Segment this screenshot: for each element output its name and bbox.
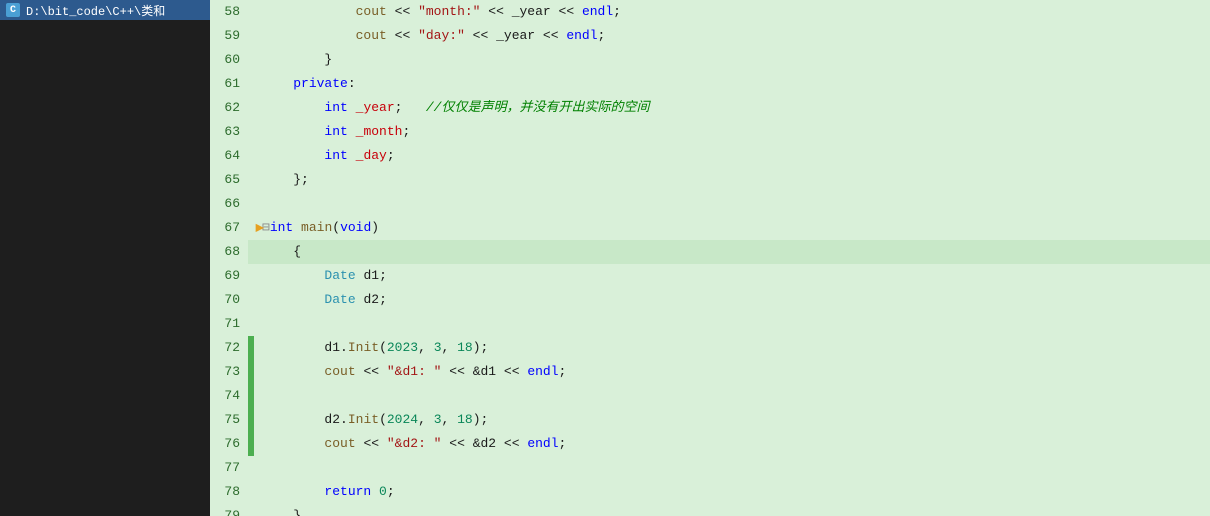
code-text: d2.Init(2024, 3, 18); [254, 408, 488, 432]
code-text: } [254, 48, 332, 72]
titlebar: C D:\bit_code\C++\类和 [0, 0, 210, 20]
code-text: { [254, 240, 301, 264]
line-indicator [248, 408, 254, 432]
editor-area[interactable]: 58 cout << "month:" << _year << endl;59 … [210, 0, 1210, 516]
code-line: 74 [210, 384, 1210, 408]
code-text [254, 456, 262, 480]
line-number: 76 [210, 432, 248, 456]
code-text: d1.Init(2023, 3, 18); [254, 336, 488, 360]
code-line: 69 Date d1; [210, 264, 1210, 288]
code-line: 67▶⊟int main(void) [210, 216, 1210, 240]
code-line: 73 cout << "&d1: " << &d1 << endl; [210, 360, 1210, 384]
code-line: 66 [210, 192, 1210, 216]
line-number: 77 [210, 456, 248, 480]
app-icon: C [6, 3, 20, 17]
line-indicator [248, 360, 254, 384]
code-line: 79 } [210, 504, 1210, 516]
line-number: 71 [210, 312, 248, 336]
code-text: } [254, 504, 301, 516]
line-indicator [248, 456, 254, 480]
code-text: Date d1; [254, 264, 387, 288]
line-number: 78 [210, 480, 248, 504]
code-line: 59 cout << "day:" << _year << endl; [210, 24, 1210, 48]
line-number: 79 [210, 504, 248, 516]
line-number: 68 [210, 240, 248, 264]
line-indicator [248, 240, 254, 264]
code-text: int _year; //仅仅是声明，并没有开出实际的空间 [254, 96, 649, 120]
code-text: cout << "day:" << _year << endl; [254, 24, 605, 48]
code-text: int _month; [254, 120, 410, 144]
line-number: 58 [210, 0, 248, 24]
code-line: 71 [210, 312, 1210, 336]
line-number: 72 [210, 336, 248, 360]
line-indicator [248, 168, 254, 192]
code-text: }; [254, 168, 309, 192]
code-line: 63 int _month; [210, 120, 1210, 144]
code-line: 70 Date d2; [210, 288, 1210, 312]
line-number: 62 [210, 96, 248, 120]
code-line: 65 }; [210, 168, 1210, 192]
code-text: cout << "month:" << _year << endl; [254, 0, 621, 24]
code-text: cout << "&d1: " << &d1 << endl; [254, 360, 566, 384]
line-indicator [248, 72, 254, 96]
line-indicator [248, 24, 254, 48]
code-text: private: [254, 72, 356, 96]
code-line: 76 cout << "&d2: " << &d2 << endl; [210, 432, 1210, 456]
line-number: 64 [210, 144, 248, 168]
line-indicator [248, 432, 254, 456]
line-indicator: ▶ [248, 216, 254, 240]
line-indicator [248, 144, 254, 168]
code-text: int _day; [254, 144, 395, 168]
code-line: 60 } [210, 48, 1210, 72]
code-line: 75 d2.Init(2024, 3, 18); [210, 408, 1210, 432]
line-number: 70 [210, 288, 248, 312]
code-line: 62 int _year; //仅仅是声明，并没有开出实际的空间 [210, 96, 1210, 120]
code-line: 77 [210, 456, 1210, 480]
line-indicator [248, 312, 254, 336]
line-indicator [248, 192, 254, 216]
code-line: 72 d1.Init(2023, 3, 18); [210, 336, 1210, 360]
line-number: 60 [210, 48, 248, 72]
line-indicator [248, 264, 254, 288]
line-number: 74 [210, 384, 248, 408]
code-text: Date d2; [254, 288, 387, 312]
line-number: 73 [210, 360, 248, 384]
code-text [254, 312, 262, 336]
code-line: 78 return 0; [210, 480, 1210, 504]
line-indicator [248, 120, 254, 144]
code-line: 64 int _day; [210, 144, 1210, 168]
line-indicator [248, 48, 254, 72]
debug-arrow-icon: ▶ [256, 220, 264, 237]
line-number: 67 [210, 216, 248, 240]
line-indicator [248, 480, 254, 504]
code-line: 58 cout << "month:" << _year << endl; [210, 0, 1210, 24]
line-indicator [248, 0, 254, 24]
line-number: 69 [210, 264, 248, 288]
line-indicator [248, 384, 254, 408]
line-indicator [248, 96, 254, 120]
code-container: 58 cout << "month:" << _year << endl;59 … [210, 0, 1210, 516]
code-text [254, 192, 262, 216]
code-text: ⊟int main(void) [254, 216, 379, 240]
line-number: 75 [210, 408, 248, 432]
code-text [254, 384, 262, 408]
code-text: return 0; [254, 480, 395, 504]
line-number: 65 [210, 168, 248, 192]
sidebar: C D:\bit_code\C++\类和 [0, 0, 210, 516]
code-text: cout << "&d2: " << &d2 << endl; [254, 432, 566, 456]
line-number: 59 [210, 24, 248, 48]
line-indicator [248, 504, 254, 516]
line-indicator [248, 288, 254, 312]
titlebar-title: D:\bit_code\C++\类和 [26, 2, 165, 19]
code-line: 68 { [210, 240, 1210, 264]
line-number: 66 [210, 192, 248, 216]
code-line: 61 private: [210, 72, 1210, 96]
line-indicator [248, 336, 254, 360]
line-number: 61 [210, 72, 248, 96]
line-number: 63 [210, 120, 248, 144]
